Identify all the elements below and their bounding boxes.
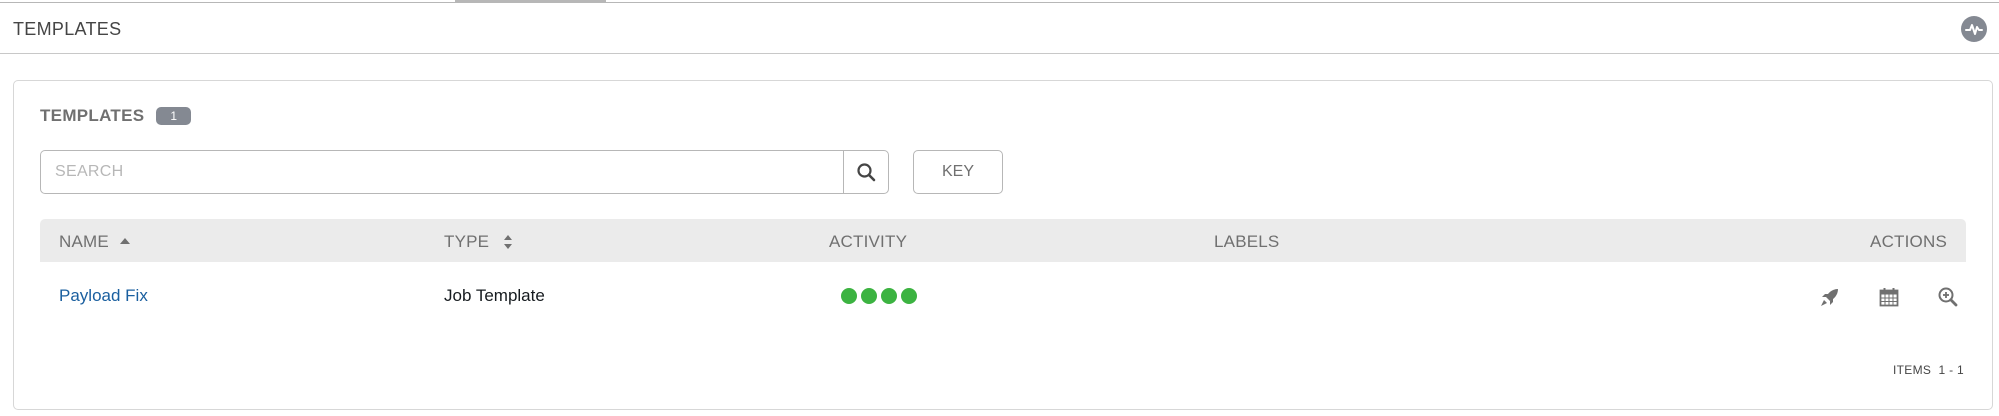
- schedule-button[interactable]: [1876, 284, 1902, 310]
- job-status-success-icon[interactable]: [861, 288, 877, 304]
- rocket-icon: [1821, 289, 1838, 306]
- view-button[interactable]: [1935, 284, 1961, 310]
- search-group: [40, 150, 889, 194]
- search-button[interactable]: [843, 150, 889, 194]
- column-header-activity: ACTIVITY: [829, 232, 907, 252]
- column-label-name: NAME: [59, 232, 109, 251]
- search-input[interactable]: [40, 150, 843, 194]
- column-label-type: TYPE: [444, 232, 490, 251]
- template-type: Job Template: [444, 286, 545, 305]
- breadcrumb: TEMPLATES: [0, 3, 1999, 54]
- count-badge: 1: [156, 107, 192, 125]
- job-status-success-icon[interactable]: [841, 288, 857, 304]
- page-title: TEMPLATES: [13, 19, 122, 39]
- launch-button[interactable]: [1817, 284, 1843, 310]
- calendar-icon: [1879, 288, 1899, 307]
- table-row: Payload Fix Job Template: [40, 262, 1966, 328]
- job-status-success-icon[interactable]: [881, 288, 897, 304]
- column-header-labels: LABELS: [1214, 232, 1279, 252]
- column-header-name[interactable]: NAME: [59, 232, 131, 252]
- search-icon: [857, 163, 876, 182]
- template-name-link[interactable]: Payload Fix: [59, 286, 148, 305]
- column-header-actions: ACTIONS: [1870, 232, 1947, 252]
- pagination-info: ITEMS 1 - 1: [1893, 363, 1964, 377]
- column-header-type[interactable]: TYPE: [444, 232, 513, 252]
- activity-stream-button[interactable]: [1961, 16, 1987, 42]
- panel-title: TEMPLATES: [40, 106, 145, 125]
- column-label-labels: LABELS: [1214, 232, 1280, 251]
- column-label-activity: ACTIVITY: [829, 232, 908, 251]
- sort-ascending-icon[interactable]: [119, 237, 131, 247]
- items-range: ITEMS 1 - 1: [1893, 363, 1964, 377]
- zoom-in-icon: [1938, 287, 1958, 307]
- panel-header: TEMPLATES 1: [40, 106, 192, 126]
- activity-status: [841, 288, 917, 304]
- key-button[interactable]: KEY: [913, 150, 1003, 194]
- job-status-success-icon[interactable]: [901, 288, 917, 304]
- templates-panel: TEMPLATES 1 KEY NAME TYPE ACTIVITY: [13, 80, 1993, 410]
- activity-stream-icon: [1965, 24, 1983, 35]
- list-header: NAME TYPE ACTIVITY LABELS ACTIONS: [40, 219, 1966, 262]
- column-label-actions: ACTIONS: [1870, 232, 1947, 251]
- sort-icon[interactable]: [503, 234, 513, 250]
